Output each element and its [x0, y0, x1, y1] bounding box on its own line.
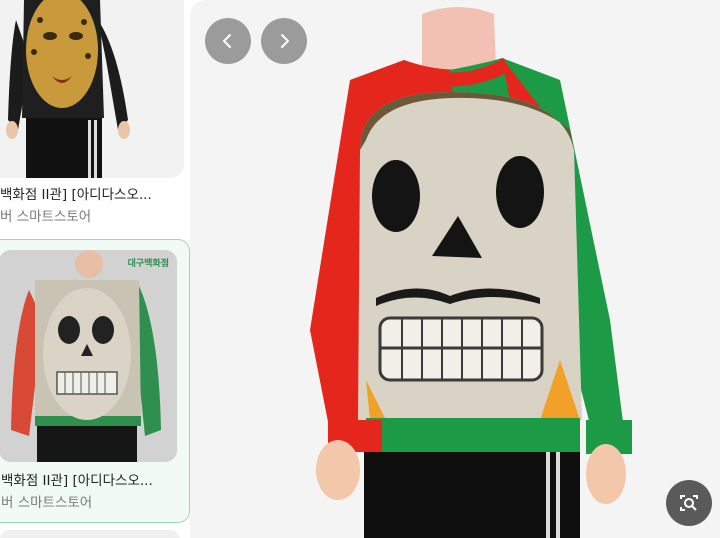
next-image-button[interactable]: [261, 18, 307, 64]
visual-search-button[interactable]: [666, 480, 712, 526]
previous-image-button[interactable]: [205, 18, 251, 64]
chevron-right-icon: [281, 34, 289, 48]
watermark-logo: 대구백화점: [127, 259, 169, 269]
result-thumbnail[interactable]: 대구백화점: [0, 250, 177, 462]
result-source: 버 스마트스토어: [0, 209, 92, 225]
result-title[interactable]: 백화점 II관] [아디다스오...: [0, 186, 185, 204]
leopard-sweater-image: [0, 0, 184, 178]
result-card-selected[interactable]: 대구백화점 백화점 II관] [아디다스오... 버 스마트스토어: [0, 239, 190, 523]
result-source: 버 스마트스토어: [1, 495, 93, 511]
result-card[interactable]: 백화점 II관] [아디다스오... 버 스마트스토어: [0, 0, 188, 230]
results-list: 백화점 II관] [아디다스오... 버 스마트스토어 대구백화점 백화점 II…: [0, 0, 192, 538]
result-title[interactable]: 백화점 II관] [아디다스오...: [1, 472, 186, 490]
result-card-partial[interactable]: [0, 530, 180, 538]
lens-search-icon: [680, 495, 698, 511]
skull-sweater-image[interactable]: [190, 0, 720, 538]
result-thumbnail[interactable]: [0, 0, 184, 178]
chevron-left-icon: [223, 34, 231, 48]
skull-sweater-thumbnail: [0, 250, 177, 462]
image-viewer: [190, 0, 720, 538]
